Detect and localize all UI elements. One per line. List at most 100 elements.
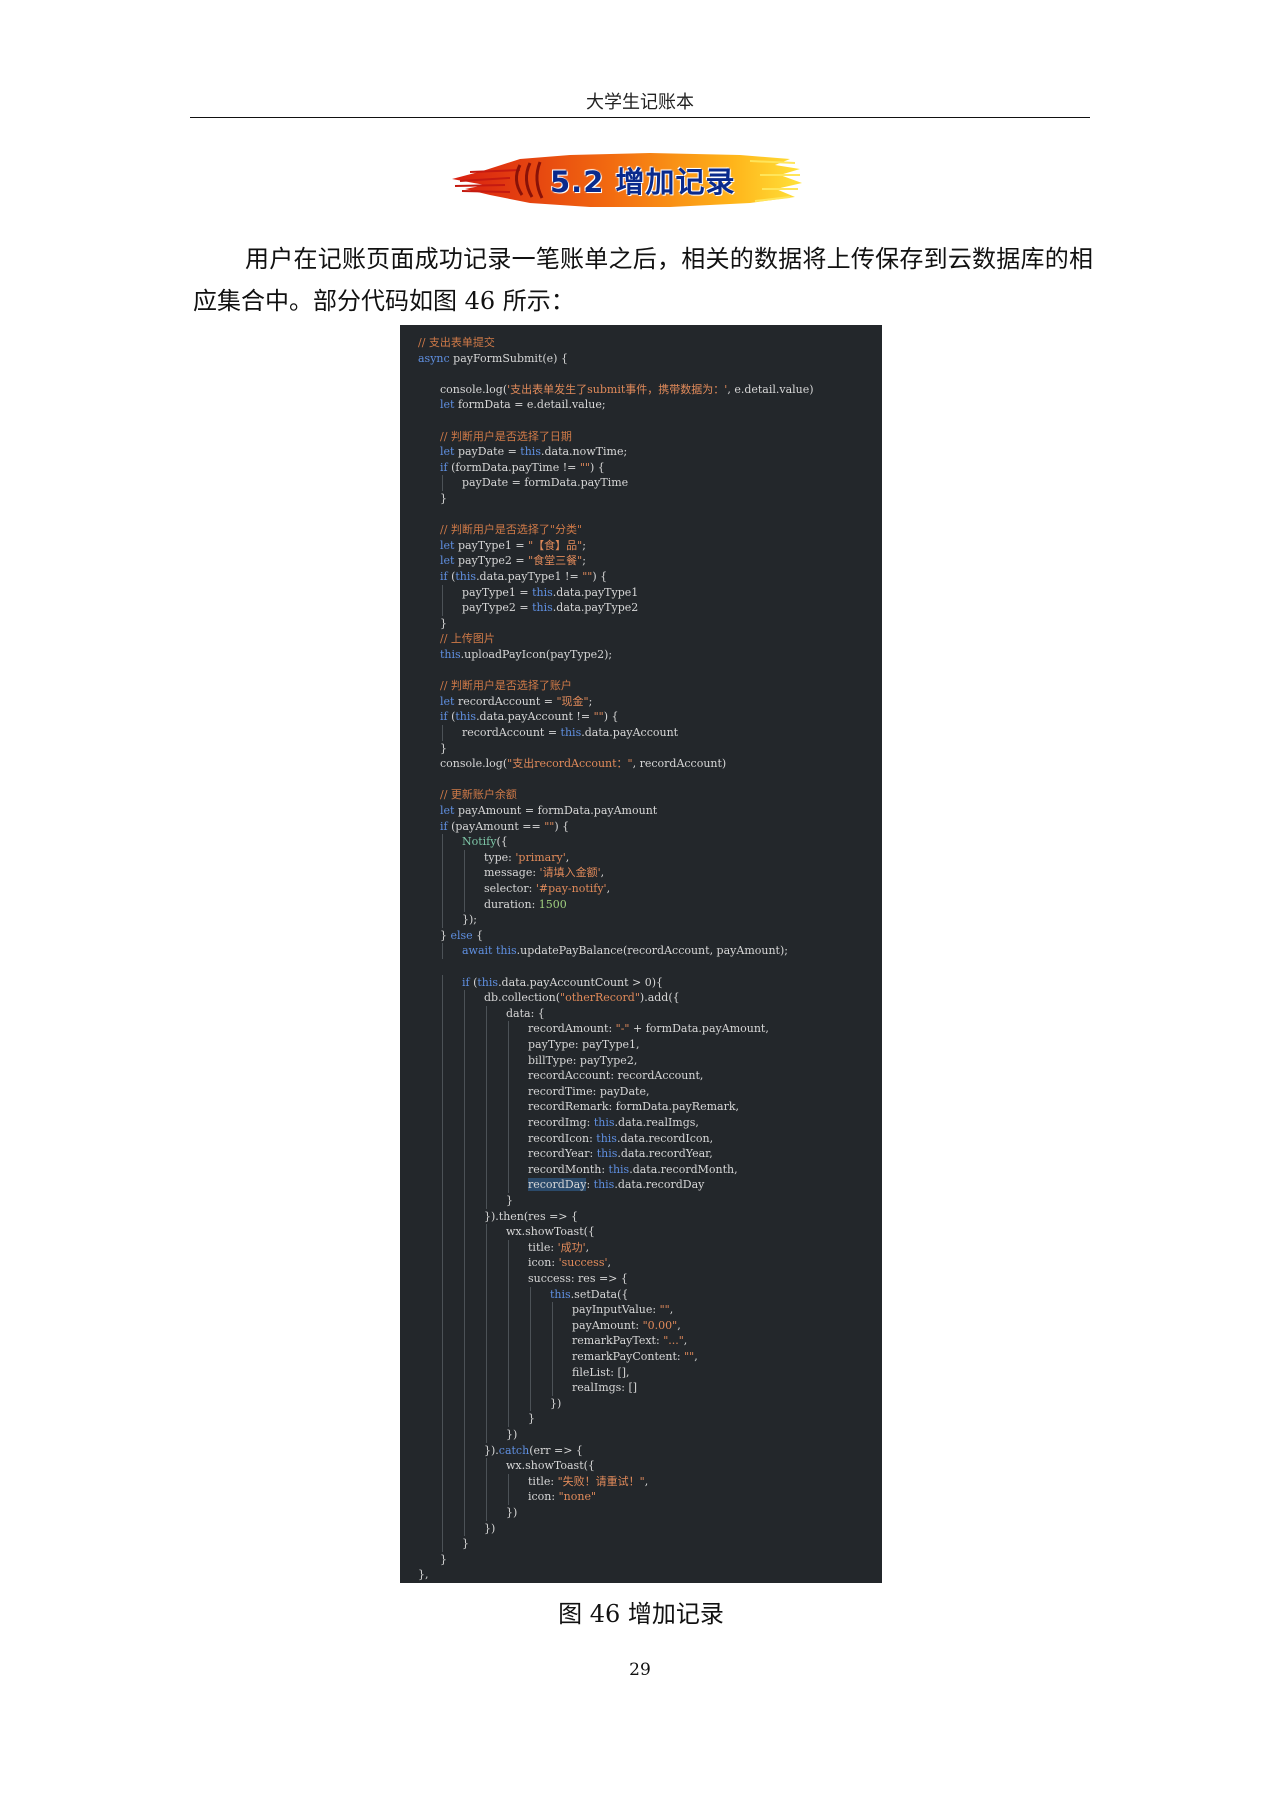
code-line: }) <box>550 1396 561 1411</box>
code-line: }); <box>462 912 477 927</box>
indent-guide <box>508 1489 509 1505</box>
code-token: this <box>477 975 499 989</box>
code-line: async payFormSubmit(e) { <box>418 351 568 366</box>
code-token: // 支出表单提交 <box>418 336 495 349</box>
code-line: }).catch(err => { <box>484 1443 583 1458</box>
indent-guide <box>486 1317 487 1334</box>
indent-guide <box>530 1286 531 1303</box>
code-token: "" <box>593 710 604 724</box>
code-token: + formData.payAmount, <box>629 1022 769 1036</box>
code-line: } <box>462 1536 469 1551</box>
indent-guide <box>508 1349 509 1365</box>
indent-guide <box>464 1473 465 1490</box>
code-token: formData = e.detail.value; <box>457 398 606 412</box>
indent-guide <box>464 1115 465 1131</box>
indent-guide <box>508 1473 509 1490</box>
indent-guide <box>508 1255 509 1271</box>
indent-guide <box>442 943 443 959</box>
indent-guide <box>442 1177 443 1193</box>
code-token: } <box>440 1552 447 1566</box>
code-line: }).then(res => { <box>484 1209 578 1224</box>
code-token: selector: <box>484 882 536 895</box>
indent-guide <box>486 1333 487 1349</box>
indent-guide <box>508 1099 509 1115</box>
indent-guide <box>442 475 443 491</box>
code-line: console.log("支出recordAccount：", recordAc… <box>440 756 726 771</box>
code-token: this <box>608 1162 630 1176</box>
indent-guide <box>442 1458 443 1474</box>
indent-guide <box>442 881 443 897</box>
code-token: let <box>440 398 458 412</box>
indent-guide <box>530 1364 531 1381</box>
section-title: 5.2 增加记录 <box>550 165 736 199</box>
indent-guide <box>464 1021 465 1037</box>
code-line: }) <box>484 1521 495 1536</box>
code-token: payType2 = <box>457 554 529 568</box>
indent-guide <box>464 1364 465 1381</box>
code-line: if (this.data.payType1 != "") { <box>440 569 607 584</box>
indent-guide <box>442 1130 443 1147</box>
code-line: recordMonth: this.data.recordMonth, <box>528 1162 738 1177</box>
indent-guide <box>508 1286 509 1303</box>
indent-guide <box>464 1083 465 1100</box>
code-token: ) { <box>603 710 619 724</box>
indent-guide <box>552 1380 553 1396</box>
code-token: .data.realImgs, <box>614 1116 699 1129</box>
code-token: ; <box>582 538 586 552</box>
indent-guide <box>464 1349 465 1365</box>
indent-guide <box>442 1239 443 1256</box>
code-line: await this.updatePayBalance(recordAccoun… <box>462 943 788 958</box>
indent-guide <box>442 1021 443 1037</box>
indent-guide <box>464 881 465 897</box>
indent-guide <box>464 1380 465 1396</box>
code-token: '#pay-notify' <box>535 882 607 895</box>
indent-guide <box>464 849 465 866</box>
code-token: // 上传图片 <box>440 632 495 646</box>
indent-guide <box>530 1333 531 1349</box>
code-token: .data.recordMonth, <box>629 1162 738 1176</box>
indent-guide <box>442 990 443 1006</box>
code-token: // 判断用户是否选择了账户 <box>440 679 572 693</box>
code-token: let <box>440 694 458 708</box>
indent-guide <box>442 1302 443 1318</box>
code-token: message: <box>484 866 540 880</box>
code-line: }) <box>506 1427 517 1442</box>
indent-guide <box>464 1411 465 1427</box>
code-token: , <box>585 1240 590 1254</box>
code-token: "" <box>659 1303 670 1317</box>
code-token: ({ <box>496 835 508 849</box>
code-token: .data.payAccount <box>581 726 679 739</box>
indent-guide <box>486 1458 487 1474</box>
indent-guide <box>508 1333 509 1349</box>
indent-guide <box>486 1489 487 1505</box>
code-line: // 更新账户余额 <box>440 787 517 802</box>
code-token: else <box>450 928 473 942</box>
code-screenshot: // 支出表单提交 async payFormSubmit(e) { console… <box>400 325 882 1583</box>
code-token: ; <box>582 554 586 568</box>
code-line: type: 'primary', <box>484 850 569 865</box>
code-line: }, <box>418 1567 429 1582</box>
code-line: this.uploadPayIcon(payType2); <box>440 647 612 662</box>
indent-guide <box>552 1302 553 1318</box>
indent-guide <box>442 1224 443 1240</box>
indent-guide <box>508 1411 509 1427</box>
code-token: , recordAccount) <box>632 757 727 771</box>
indent-guide <box>486 1349 487 1365</box>
code-line: recordAccount = this.data.payAccount <box>462 725 678 740</box>
code-token: recordYear: <box>528 1147 597 1161</box>
indent-guide <box>442 584 443 601</box>
code-token: "【食】品" <box>528 538 583 552</box>
code-token: recordAmount: <box>528 1022 616 1036</box>
indent-guide <box>530 1380 531 1396</box>
indent-guide <box>508 1083 509 1100</box>
indent-guide <box>442 1099 443 1115</box>
indent-guide <box>442 849 443 866</box>
indent-guide <box>508 1364 509 1381</box>
code-token: duration: <box>484 897 539 911</box>
code-line: payAmount: "0.00", <box>572 1318 681 1333</box>
code-token: }). <box>484 1443 499 1457</box>
code-line: let payType2 = "食堂三餐"; <box>440 553 586 568</box>
code-line: duration: 1500 <box>484 897 567 912</box>
code-token: "..." <box>663 1334 684 1348</box>
code-line: } <box>440 616 447 631</box>
